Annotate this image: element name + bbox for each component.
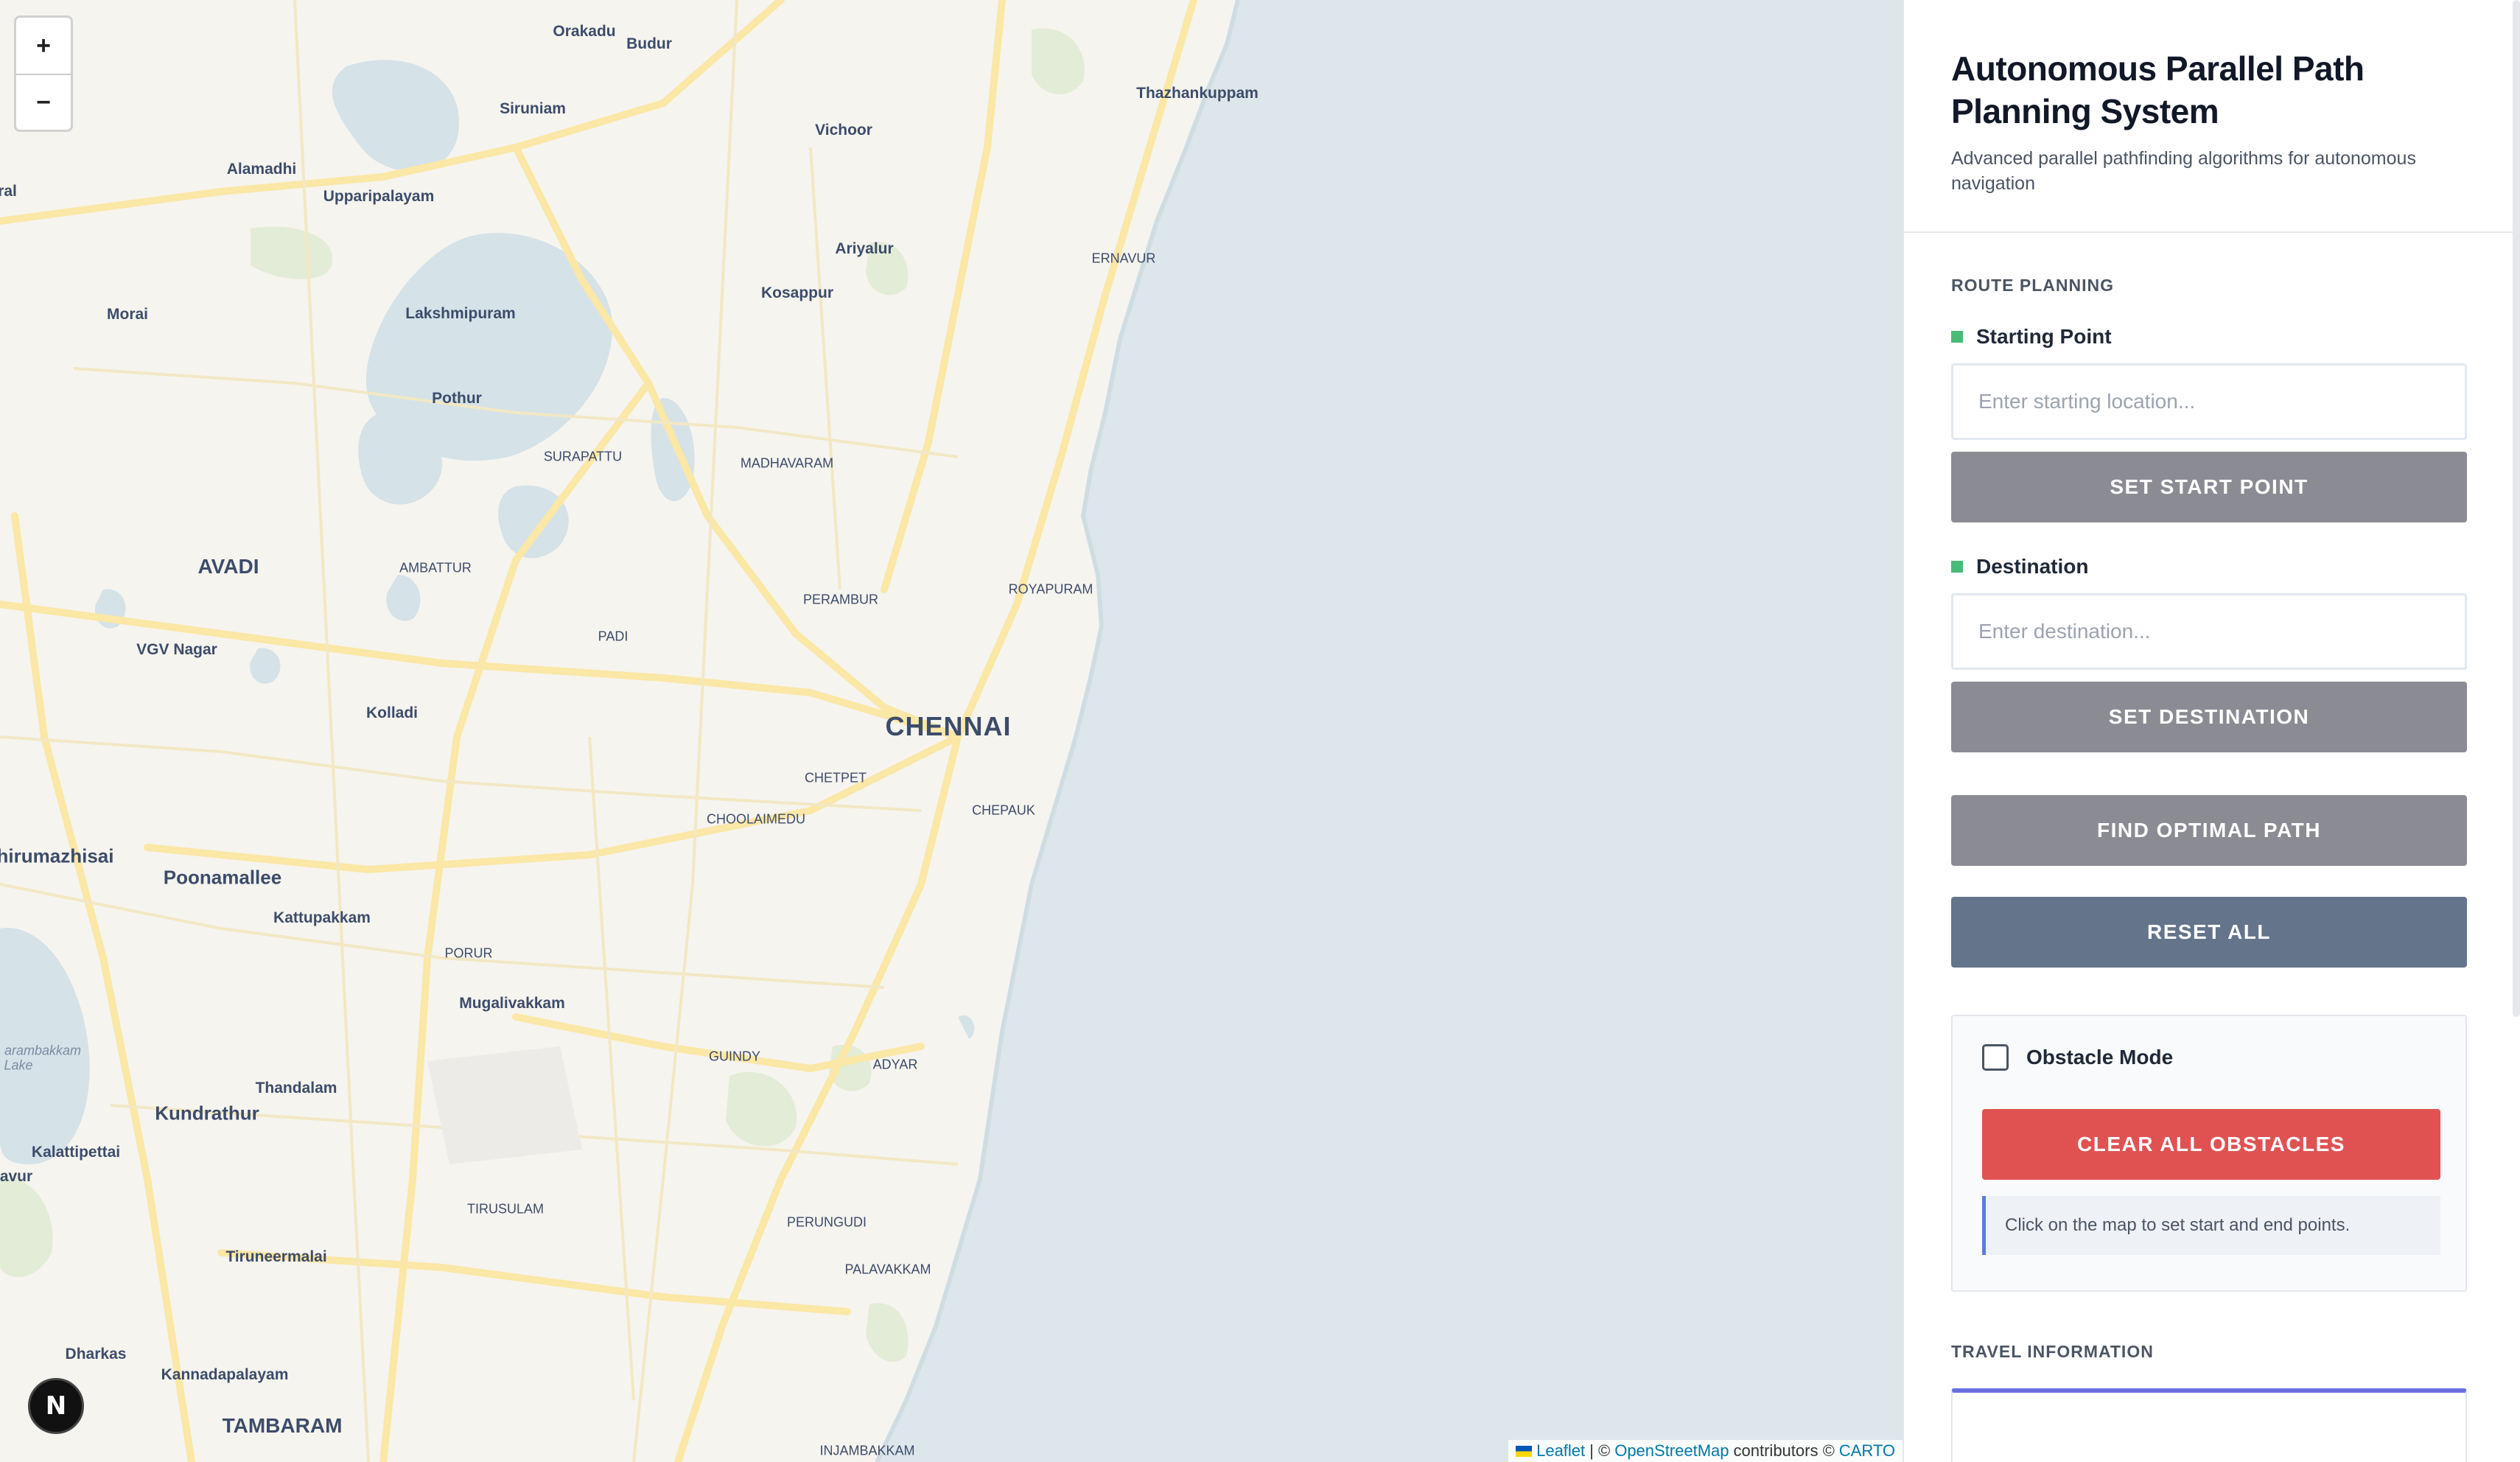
- destination-input[interactable]: [1951, 593, 2467, 670]
- obstacle-mode-label: Obstacle Mode: [2026, 1046, 2174, 1068]
- zoom-control: + −: [14, 15, 73, 132]
- destination-label-text: Destination: [1976, 555, 2089, 578]
- starting-point-label: Starting Point: [1951, 325, 2474, 349]
- map-label-ariyalur: Ariyalur: [835, 240, 894, 257]
- clear-all-obstacles-button[interactable]: CLEAR ALL OBSTACLES: [1982, 1109, 2440, 1180]
- map-label-perambur: PERAMBUR: [802, 592, 879, 607]
- map-label-tiruneermalai: Tiruneermalai: [225, 1248, 327, 1265]
- zoom-out-button[interactable]: −: [16, 74, 71, 130]
- map-label-madhavaram: MADHAVARAM: [740, 455, 834, 471]
- map-label-dharkas: Dharkas: [65, 1346, 127, 1363]
- map-label-ambattur: AMBATTUR: [399, 560, 472, 576]
- map-label-poonamallee: Poonamallee: [163, 866, 282, 889]
- obstacle-panel: Obstacle Mode CLEAR ALL OBSTACLES Click …: [1951, 1015, 2467, 1292]
- map-label-vichoor: Vichoor: [815, 122, 872, 139]
- zoom-in-button[interactable]: +: [16, 18, 71, 74]
- app-subtitle: Advanced parallel pathfinding algorithms…: [1951, 148, 2416, 194]
- starting-point-label-text: Starting Point: [1976, 325, 2112, 348]
- map-label-lakshmipuram: Lakshmipuram: [405, 305, 516, 322]
- find-optimal-path-button[interactable]: FIND OPTIMAL PATH: [1951, 795, 2467, 866]
- map-label-kannadapalayam: Kannadapalayam: [161, 1366, 289, 1383]
- travel-information-card: [1951, 1388, 2467, 1462]
- map-label-thirumazhisai: hirumazhisai: [0, 844, 114, 867]
- sidebar-scrollbar[interactable]: [2513, 0, 2520, 1017]
- map-label-kolladi: Kolladi: [365, 704, 419, 721]
- map-label-alamadhi: Alamadhi: [226, 161, 297, 178]
- map-label-lake-name: arambakkam: [4, 1043, 82, 1058]
- control-sidebar: Autonomous Parallel Path Planning System…: [1903, 0, 2520, 1462]
- map-instruction-note: Click on the map to set start and end po…: [1982, 1196, 2440, 1255]
- attribution-contributors: contributors ©: [1733, 1441, 1835, 1460]
- map-label-chetpet: CHETPET: [804, 770, 867, 786]
- map-label-royapuram: ROYAPURAM: [1008, 581, 1093, 597]
- ukraine-flag-icon: [1516, 1445, 1533, 1457]
- map-label-ernavur: ERNAVUR: [1091, 251, 1156, 266]
- map-label-perungudi: PERUNGUDI: [786, 1214, 867, 1230]
- route-planning-heading: ROUTE PLANNING: [1951, 276, 2114, 295]
- map-label-morai: Morai: [106, 306, 149, 323]
- map-label-kattupakkam: Kattupakkam: [273, 909, 371, 926]
- map-label-surapattu: SURAPATTU: [543, 449, 623, 464]
- map-label-budur: Budur: [626, 35, 672, 52]
- openstreetmap-link[interactable]: OpenStreetMap: [1614, 1441, 1729, 1461]
- map-label-orakadu: Orakadu: [553, 23, 616, 40]
- app-title: Autonomous Parallel Path Planning System: [1951, 49, 2365, 130]
- map-label-upparipalayam: Upparipalayam: [323, 188, 435, 205]
- set-destination-button[interactable]: SET DESTINATION: [1951, 682, 2467, 752]
- map-label-palavakkam: PALAVAKKAM: [844, 1262, 931, 1277]
- map-label-siruniam: Siruniam: [500, 100, 566, 117]
- map-label-vgv-nagar: VGV Nagar: [136, 641, 217, 658]
- map-label-thazhankuppam: Thazhankuppam: [1136, 85, 1259, 102]
- sidebar-body: ROUTE PLANNING Starting Point SET START …: [1904, 233, 2520, 1462]
- map-label-guindy: GUINDY: [708, 1049, 761, 1064]
- map-label-mugalivakkam: Mugalivakkam: [459, 995, 565, 1012]
- set-start-point-button[interactable]: SET START POINT: [1951, 452, 2467, 522]
- map-label-avur: avur: [0, 1168, 33, 1185]
- map-label-pothur: Pothur: [432, 390, 482, 407]
- leaflet-link[interactable]: Leaflet: [1536, 1441, 1585, 1461]
- map-label-porur: PORUR: [444, 945, 493, 961]
- map-instruction-text: Click on the map to set start and end po…: [2005, 1215, 2351, 1235]
- map-label-chepauk: CHEPAUK: [972, 802, 1035, 818]
- start-dot-icon: [1951, 331, 1963, 343]
- map-label-thandalam: Thandalam: [255, 1080, 337, 1096]
- carto-link[interactable]: CARTO: [1839, 1441, 1895, 1461]
- map-label-kundrathur: Kundrathur: [155, 1102, 259, 1125]
- start-location-input[interactable]: [1951, 363, 2467, 440]
- destination-dot-icon: [1951, 561, 1963, 573]
- map-label-padi: PADI: [598, 629, 629, 644]
- map-label-lake: Lake: [4, 1057, 33, 1073]
- travel-information-heading: TRAVEL INFORMATION: [1951, 1342, 2154, 1361]
- obstacle-mode-row[interactable]: Obstacle Mode: [1982, 1044, 2436, 1071]
- map-label-chennai: CHENNAI: [885, 711, 1012, 741]
- next-dev-badge[interactable]: N: [28, 1378, 84, 1434]
- map-label-tirusulam: TIRUSULAM: [466, 1201, 545, 1217]
- sidebar-header: Autonomous Parallel Path Planning System…: [1904, 0, 2520, 233]
- map-label-kalattipettai: Kalattipettai: [31, 1144, 121, 1161]
- map-label-kosappur: Kosappur: [760, 284, 834, 301]
- map-label-injambakkam: INJAMBAKKAM: [819, 1443, 915, 1458]
- destination-label: Destination: [1951, 555, 2474, 578]
- map-label-tambaram: TAMBARAM: [222, 1414, 343, 1437]
- next-logo-icon: N: [45, 1391, 67, 1421]
- map-view[interactable]: Orakadu Budur Thazhankuppam Siruniam Vic…: [0, 0, 1903, 1462]
- attribution-separator: | ©: [1589, 1441, 1611, 1460]
- map-label-avadi: AVADI: [197, 555, 259, 578]
- map-label-ral: ral: [0, 183, 17, 200]
- map-label-choolaimedu: CHOOLAIMEDU: [706, 811, 806, 827]
- reset-all-button[interactable]: RESET ALL: [1951, 897, 2467, 968]
- obstacle-mode-checkbox[interactable]: [1982, 1044, 2009, 1071]
- map-attribution: Leaflet | © OpenStreetMap contributors ©…: [1508, 1440, 1903, 1462]
- map-label-adyar: ADYAR: [872, 1057, 918, 1072]
